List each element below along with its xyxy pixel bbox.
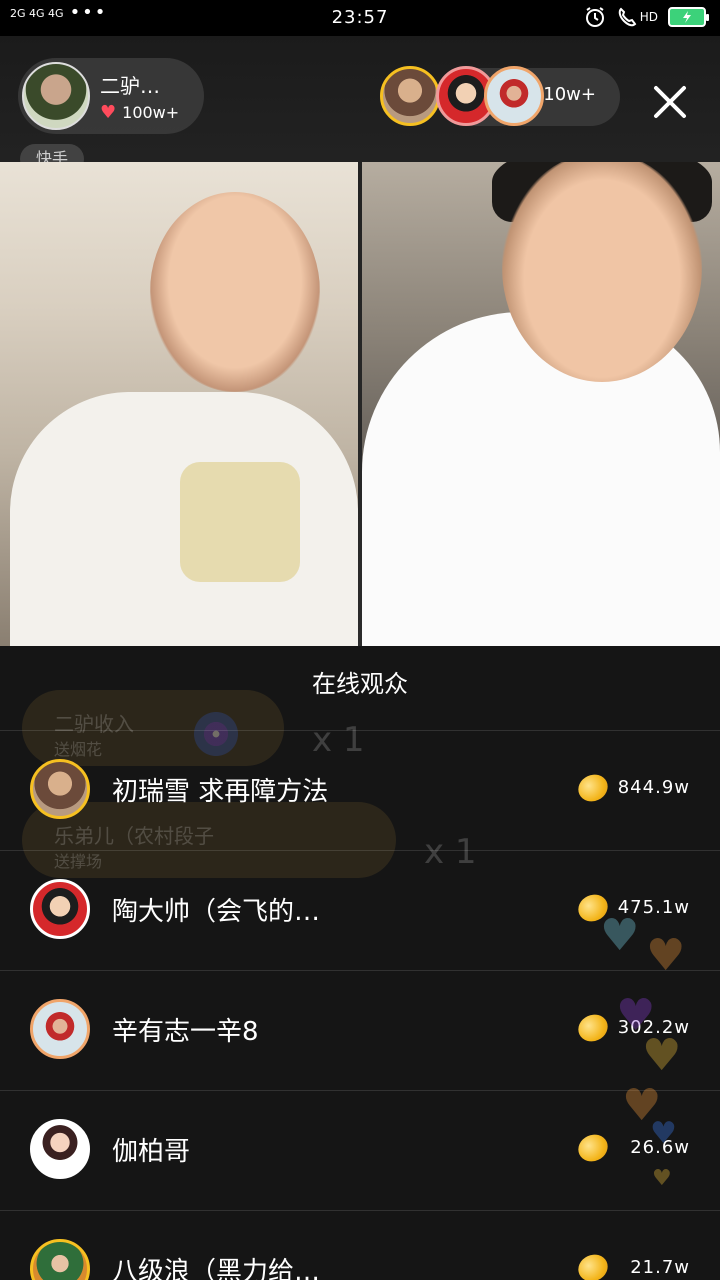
heart-icon: ♥: [646, 930, 686, 981]
close-icon[interactable]: [648, 80, 692, 124]
video-feed-right: [362, 162, 720, 646]
audience-name: 陶大帅（会飞的…: [112, 897, 321, 927]
avatar[interactable]: [30, 759, 90, 819]
heart-icon: ♥: [642, 1030, 682, 1081]
avatar[interactable]: [30, 999, 90, 1059]
shirt-print: [180, 462, 300, 582]
top-viewer-avatar[interactable]: [380, 66, 440, 126]
heart-icon: ♥: [100, 102, 117, 123]
hd-label: HD: [639, 10, 658, 24]
host-name: 二驴…: [100, 74, 160, 98]
status-bar: 2G 4G 4G ••• 23:57 HD: [0, 0, 720, 36]
call-hd-icon: [618, 7, 637, 27]
viewer-count: 10w+: [543, 84, 596, 105]
heart-icon: ♥: [600, 910, 640, 961]
avatar[interactable]: [30, 879, 90, 939]
host-likes: ♥ 100w+: [100, 102, 179, 123]
heart-icon: ♥: [650, 1116, 677, 1151]
alarm-icon: [585, 7, 604, 27]
avatar[interactable]: [30, 1239, 90, 1280]
audience-name: 八级浪（黑力给…: [112, 1257, 321, 1280]
host-info[interactable]: 二驴… ♥ 100w+: [18, 58, 204, 134]
coin-icon: [573, 1249, 613, 1280]
streamer-right: [502, 162, 702, 382]
audience-name: 辛有志一辛8: [112, 1017, 259, 1047]
avatar[interactable]: [30, 1119, 90, 1179]
floating-hearts: ♥ ♥ ♥ ♥ ♥ ♥ ♥: [596, 890, 716, 1210]
host-likes-count: 100w+: [122, 103, 180, 122]
status-right: HD: [584, 6, 709, 28]
audience-row[interactable]: 初瑞雪 求再障方法 844.9w: [0, 730, 720, 850]
streamer-right-shirt: [362, 312, 720, 646]
audience-coins: 844.9w: [617, 777, 690, 798]
host-avatar[interactable]: [22, 62, 90, 130]
top-viewer-avatar[interactable]: [484, 66, 544, 126]
audience-name: 伽柏哥: [112, 1137, 191, 1167]
battery-icon: [668, 7, 709, 27]
streamer-left: [150, 192, 320, 392]
live-stage: 二驴… ♥ 100w+ 快手 10w+: [0, 36, 720, 646]
coin-icon: [573, 769, 613, 807]
audience-name: 初瑞雪 求再障方法: [112, 777, 329, 807]
video-feed-left: [0, 162, 358, 646]
audience-coins: 21.7w: [630, 1257, 690, 1278]
audience-row[interactable]: 八级浪（黑力给… 21.7w: [0, 1210, 720, 1280]
heart-icon: ♥: [652, 1166, 672, 1191]
